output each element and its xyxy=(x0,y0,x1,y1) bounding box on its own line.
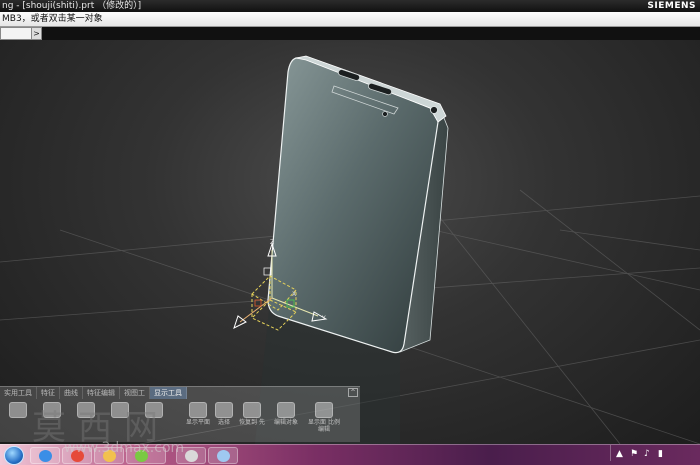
system-tray: ▲ ⚑ ♪ ▮ xyxy=(610,445,700,465)
tool-button-restore[interactable]: 恢复到 先 xyxy=(236,400,268,443)
selection-bar: > xyxy=(0,27,700,40)
jack-icon xyxy=(430,106,438,114)
scale-icon xyxy=(315,402,333,418)
ie-icon xyxy=(39,450,52,462)
brand-logo: SIEMENS xyxy=(647,1,696,11)
tray-arrow-icon[interactable]: ▲ xyxy=(616,449,623,459)
tab-display-tools[interactable]: 显示工具 xyxy=(150,387,187,399)
start-button[interactable] xyxy=(4,446,24,465)
tool-button-edit-object[interactable]: 编辑对象 xyxy=(270,400,302,443)
tool-button-scale-edit[interactable]: 显示面 比例编辑 xyxy=(306,400,342,443)
type-filter-combo[interactable]: > xyxy=(0,27,42,40)
select-icon xyxy=(215,402,233,418)
nx-icon xyxy=(185,450,198,462)
ribbon-collapse-icon[interactable]: ^ xyxy=(348,388,358,397)
network-icon[interactable]: ▮ xyxy=(658,449,663,459)
tool-button-1[interactable] xyxy=(2,400,34,443)
graphics-viewport[interactable]: Z X Y xyxy=(0,40,700,444)
tab-view[interactable]: 视图工 xyxy=(120,387,150,399)
tab-utilities[interactable]: 实用工具 xyxy=(0,387,37,399)
model-scene: Z X Y xyxy=(0,55,700,444)
tab-curve[interactable]: 曲线 xyxy=(60,387,83,399)
ribbon-tabs: 实用工具 特征 曲线 特征编辑 视图工 显示工具 xyxy=(0,387,360,399)
taskbar-app-ie[interactable] xyxy=(30,447,60,464)
watermark-url: www.3dmax.com xyxy=(64,440,185,456)
edit-object-icon xyxy=(277,402,295,418)
cue-line: MB3，或者双击某一对象 xyxy=(0,12,700,27)
cue-prompt: MB3，或者双击某一对象 xyxy=(2,14,103,24)
volume-icon[interactable]: ♪ xyxy=(644,449,650,459)
flag-icon[interactable]: ⚑ xyxy=(630,449,638,459)
camera-icon xyxy=(382,111,388,117)
window-title: ng - [shouji(shiti).prt （修改的）] xyxy=(2,1,142,11)
triad-label-x: X xyxy=(292,291,296,298)
ie-icon xyxy=(217,450,230,462)
tab-feature[interactable]: 特征 xyxy=(37,387,60,399)
taskbar-app-ie2[interactable] xyxy=(208,447,238,464)
watermark-text: 莫西网 xyxy=(32,408,170,448)
triad-label-y: Y xyxy=(321,315,326,322)
window-titlebar: ng - [shouji(shiti).prt （修改的）] SIEMENS xyxy=(0,0,700,12)
tool-icon xyxy=(9,402,27,418)
triad-label-z: Z xyxy=(270,239,274,246)
combo-arrow-icon[interactable]: > xyxy=(31,28,41,39)
restore-icon xyxy=(243,402,261,418)
tab-edit-feature[interactable]: 特征编辑 xyxy=(83,387,120,399)
